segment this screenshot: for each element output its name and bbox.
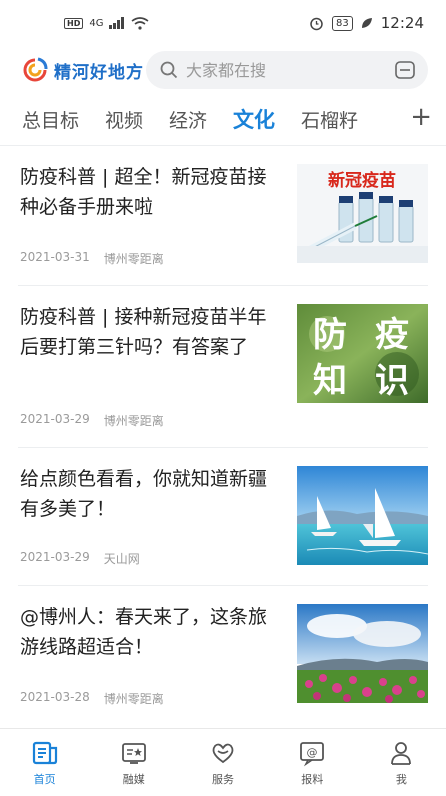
news-feed: 防疫科普 | 超全！新冠疫苗接种必备手册来啦 2021-03-31 博州零距离 … <box>0 146 446 722</box>
news-meta: 2021-03-29 天山网 <box>20 550 140 567</box>
news-title: @博州人：春天来了，这条旅游线路超适合！ <box>20 606 268 658</box>
news-title: 防疫科普 | 超全！新冠疫苗接种必备手册来啦 <box>20 166 267 218</box>
hd-badge: HD <box>64 17 84 29</box>
app-logo: 精河好地方 <box>22 57 146 83</box>
wifi-icon <box>131 16 149 30</box>
nav-label: 首页 <box>33 772 56 786</box>
news-title: 给点颜色看看，你就知道新疆有多美了！ <box>20 468 268 520</box>
news-source: 博州零距离 <box>103 252 164 266</box>
news-date: 2021-03-29 <box>20 412 90 426</box>
knowledge-char: 识 <box>375 361 409 401</box>
nav-label: 我 <box>395 772 407 786</box>
app-name: 精河好地方 <box>54 62 144 83</box>
tab-经济[interactable]: 经济 <box>169 106 207 133</box>
status-left: HD 4G <box>64 16 149 30</box>
news-meta: 2021-03-28 博州零距离 <box>20 690 164 707</box>
knowledge-char: 疫 <box>375 315 409 355</box>
heart-icon <box>212 743 234 763</box>
tab-视频[interactable]: 视频 <box>105 106 143 133</box>
vaccine-image: 新冠疫苗 <box>297 164 428 263</box>
search-input[interactable] <box>186 60 386 80</box>
svg-text:@: @ <box>307 746 318 759</box>
lake-sailboats-image <box>297 466 428 565</box>
news-meta: 2021-03-29 博州零距离 <box>20 412 164 429</box>
leaf-icon <box>361 18 372 28</box>
logo-mark-icon <box>23 57 48 82</box>
media-icon <box>121 742 146 764</box>
news-date: 2021-03-31 <box>20 250 90 264</box>
nav-home[interactable]: 首页 <box>0 729 89 796</box>
news-source: 天山网 <box>103 552 140 566</box>
nav-me[interactable]: 我 <box>357 729 446 796</box>
news-thumbnail <box>297 604 428 703</box>
news-thumbnail <box>297 466 428 565</box>
scan-icon[interactable] <box>394 59 416 81</box>
tab-文化[interactable]: 文化 <box>233 104 275 134</box>
news-title: 防疫科普 | 接种新冠疫苗半年后要打第三针吗？有答案了 <box>20 306 267 358</box>
epidemic-knowledge-image: 防 疫 知 识 <box>297 304 428 403</box>
bottom-navigation: 首页 融媒 服务 @ 报料 我 <box>0 728 446 796</box>
clock: 12:24 <box>380 14 424 32</box>
person-icon <box>391 741 412 765</box>
news-source: 博州零距离 <box>103 414 164 428</box>
battery-indicator: 83 <box>332 15 353 31</box>
add-tab-button[interactable]: + <box>410 102 432 132</box>
nav-label: 服务 <box>212 772 234 786</box>
tab-石榴籽[interactable]: 石榴籽 <box>301 106 358 133</box>
status-bar: HD 4G 83 12:24 <box>0 0 446 46</box>
search-icon <box>160 61 178 79</box>
news-item[interactable]: 防疫科普 | 接种新冠疫苗半年后要打第三针吗？有答案了 2021-03-29 博… <box>18 286 428 448</box>
knowledge-char: 知 <box>313 361 347 401</box>
report-icon: @ <box>300 741 325 766</box>
news-item[interactable]: 防疫科普 | 超全！新冠疫苗接种必备手册来啦 2021-03-31 博州零距离 … <box>18 146 428 286</box>
alarm-icon <box>310 17 323 30</box>
news-item[interactable]: 给点颜色看看，你就知道新疆有多美了！ 2021-03-29 天山网 <box>18 448 428 586</box>
news-item[interactable]: @博州人：春天来了，这条旅游线路超适合！ 2021-03-28 博州零距离 <box>18 586 428 722</box>
nav-label: 报料 <box>301 772 324 786</box>
nav-report[interactable]: @ 报料 <box>268 729 357 796</box>
status-right: 83 12:24 <box>309 14 424 32</box>
news-date: 2021-03-29 <box>20 550 90 564</box>
news-source: 博州零距离 <box>103 692 164 706</box>
app-header: 精河好地方 <box>0 46 446 94</box>
news-date: 2021-03-28 <box>20 690 90 704</box>
news-meta: 2021-03-31 博州零距离 <box>20 250 164 267</box>
category-tabs: 总目标 视频 经济 文化 石榴籽 + <box>0 96 446 142</box>
news-thumbnail: 新冠疫苗 <box>297 164 428 263</box>
knowledge-char: 防 <box>313 315 347 355</box>
search-bar[interactable] <box>146 51 428 89</box>
nav-service[interactable]: 服务 <box>178 729 267 796</box>
news-icon <box>32 741 57 764</box>
nav-media[interactable]: 融媒 <box>89 729 178 796</box>
signal-label: 4G <box>89 17 104 29</box>
news-thumbnail: 防 疫 知 识 <box>297 304 428 403</box>
signal-icon <box>109 17 125 29</box>
nav-label: 融媒 <box>122 772 145 786</box>
spring-flowers-image <box>297 604 428 703</box>
vaccine-thumb-text: 新冠疫苗 <box>328 170 396 191</box>
tab-总目标[interactable]: 总目标 <box>22 106 79 133</box>
